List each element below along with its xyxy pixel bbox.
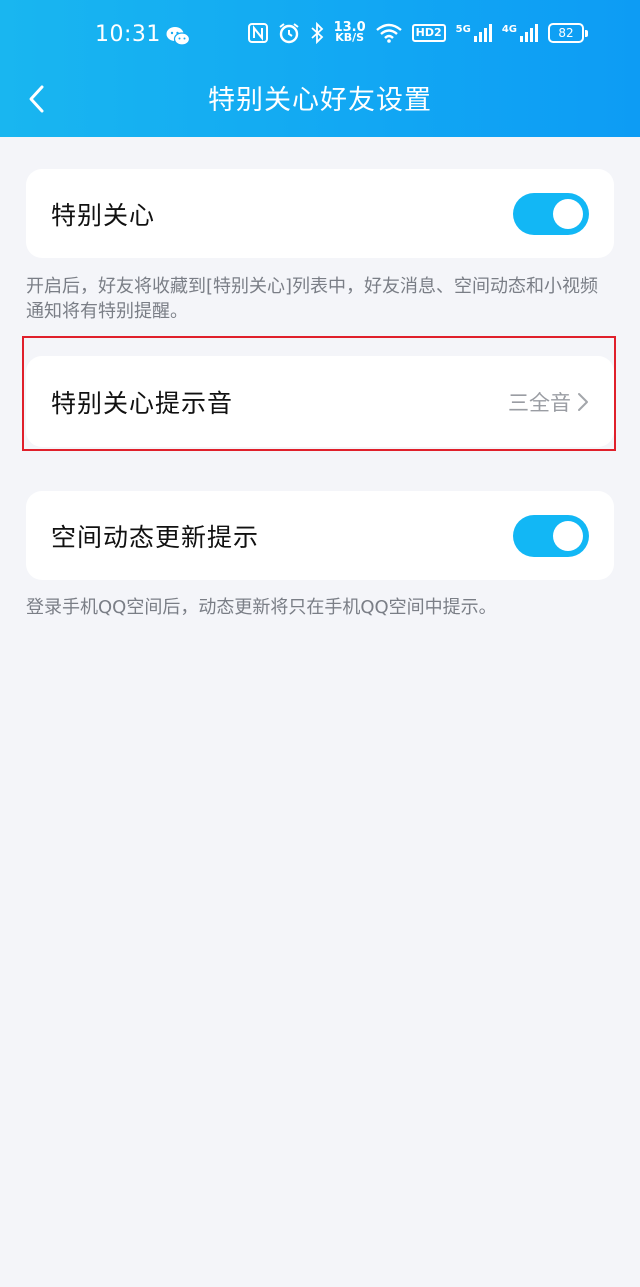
qzone-updates-toggle[interactable] (513, 514, 589, 557)
toggle-knob (553, 198, 583, 229)
signal-bars-icon (520, 24, 538, 42)
wechat-icon (166, 27, 190, 46)
special-care-row: 特别关心 (26, 169, 614, 258)
hd-voice-badge: HD2 (411, 24, 446, 42)
page-title: 特别关心好友设置 (208, 85, 432, 116)
qzone-updates-label: 空间动态更新提示 (51, 522, 260, 552)
status-bar: 10:31 13.0 KB/S HD2 5G 4G 82 (0, 0, 640, 76)
wifi-icon (375, 23, 402, 43)
highlight-box (22, 336, 616, 451)
toggle-knob (553, 520, 583, 551)
special-care-label: 特别关心 (51, 200, 156, 230)
bluetooth-icon (310, 22, 323, 44)
status-time: 10:31 (95, 22, 161, 47)
qzone-updates-description: 登录手机QQ空间后，动态更新将只在手机QQ空间中提示。 (26, 597, 497, 618)
signal-4g: 4G (502, 24, 538, 42)
alarm-icon (278, 23, 299, 44)
header: 10:31 13.0 KB/S HD2 5G 4G 82 特别关心好友设置 (0, 0, 640, 137)
signal-5g: 5G (456, 24, 492, 42)
battery-icon: 82 (548, 23, 588, 43)
special-care-toggle[interactable] (513, 192, 589, 235)
signal-bars-icon (473, 24, 492, 42)
status-icons: 13.0 KB/S HD2 5G 4G 82 (247, 20, 588, 44)
special-care-description: 开启后，好友将收藏到[特别关心]列表中，好友消息、空间动态和小视频通知将有特别提… (26, 276, 599, 322)
nfc-icon (247, 23, 268, 43)
network-speed: 13.0 KB/S (333, 20, 366, 44)
qzone-updates-row: 空间动态更新提示 (26, 491, 614, 580)
